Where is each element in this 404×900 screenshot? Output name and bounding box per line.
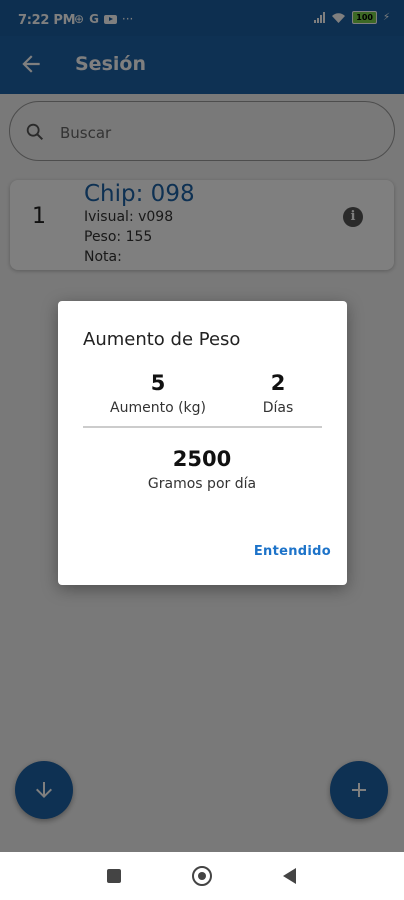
dias-value: 2	[270, 371, 286, 395]
recents-icon[interactable]	[107, 869, 121, 883]
divider	[83, 426, 322, 428]
weight-gain-dialog: Aumento de Peso 5 Aumento (kg) 2 Días 25…	[58, 301, 347, 585]
system-nav-bar	[0, 852, 404, 900]
aumento-label: Aumento (kg)	[110, 400, 206, 416]
gramos-value: 2500	[172, 447, 232, 471]
back-icon[interactable]	[283, 868, 296, 884]
dialog-title: Aumento de Peso	[83, 329, 241, 350]
gramos-label: Gramos por día	[147, 476, 257, 492]
understood-button[interactable]: Entendido	[254, 544, 331, 559]
aumento-value: 5	[150, 371, 166, 395]
home-icon[interactable]	[192, 866, 212, 886]
dias-label: Días	[262, 400, 294, 416]
